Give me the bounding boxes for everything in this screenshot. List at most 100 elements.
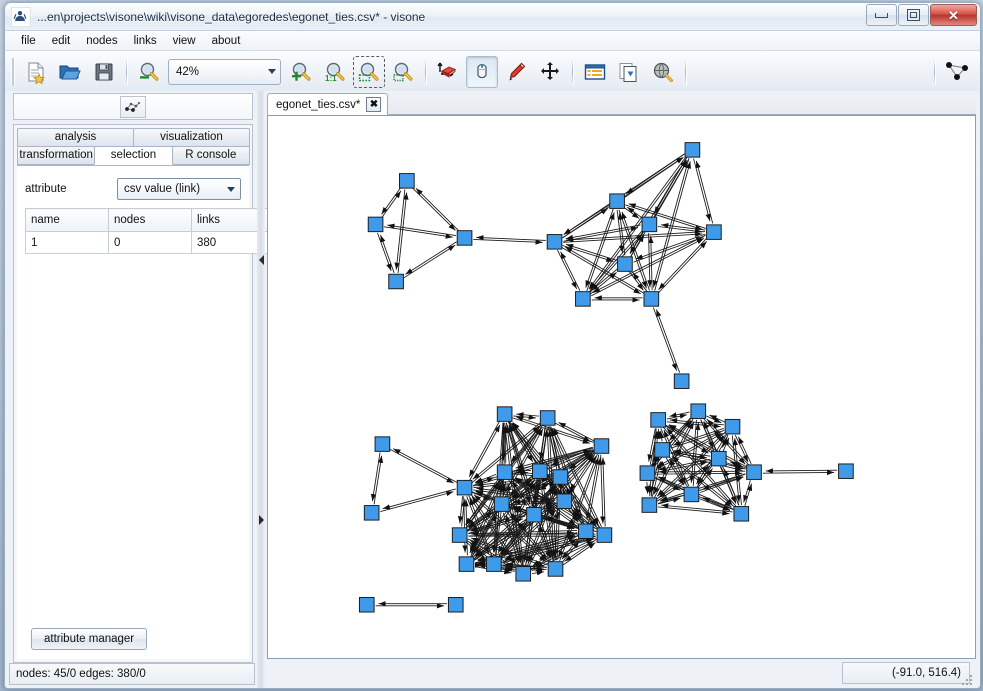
graph-edge[interactable] xyxy=(666,413,688,420)
table-row[interactable]: 1 0 380 xyxy=(25,231,275,254)
menu-nodes[interactable]: nodes xyxy=(78,33,125,49)
graph-node[interactable] xyxy=(650,412,666,428)
graph-edge[interactable] xyxy=(382,488,456,510)
graph-edge[interactable] xyxy=(462,496,468,553)
panel-splitter[interactable] xyxy=(257,91,265,688)
pan-tool-button[interactable] xyxy=(534,56,566,88)
graph-edge[interactable] xyxy=(632,272,648,292)
graph-node[interactable] xyxy=(593,438,610,454)
tab-visualization[interactable]: visualization xyxy=(133,128,250,147)
graph-edge[interactable] xyxy=(659,469,746,475)
graph-edge[interactable] xyxy=(412,187,456,231)
graph-edge[interactable] xyxy=(629,160,688,258)
splitter-collapse-left-icon[interactable] xyxy=(258,254,264,265)
graph-node[interactable] xyxy=(456,230,473,246)
graph-edge[interactable] xyxy=(600,454,606,524)
tab-transformation[interactable]: transformation xyxy=(17,147,96,165)
graph-edge[interactable] xyxy=(588,156,687,290)
graph-node[interactable] xyxy=(673,373,690,389)
graph-edge[interactable] xyxy=(532,570,545,576)
network-layout-button[interactable] xyxy=(941,56,973,88)
tab-r-console[interactable]: R console xyxy=(171,147,250,165)
graph-node[interactable] xyxy=(539,410,556,426)
graph-node[interactable] xyxy=(639,465,656,481)
graph-node[interactable] xyxy=(746,464,762,480)
graph-node[interactable] xyxy=(690,403,707,419)
close-button[interactable]: ✕ xyxy=(930,4,977,26)
graph-node[interactable] xyxy=(684,142,701,158)
graph-node[interactable] xyxy=(683,486,700,503)
maximize-button[interactable] xyxy=(898,4,929,26)
graph-edge[interactable] xyxy=(659,431,665,442)
menu-links[interactable]: links xyxy=(126,33,165,49)
zoom-level-combobox[interactable]: 42% xyxy=(168,58,281,85)
graph-node[interactable] xyxy=(399,173,415,189)
graph-edge[interactable] xyxy=(474,473,497,483)
graph-edge[interactable] xyxy=(669,411,690,418)
graph-edge[interactable] xyxy=(405,241,457,275)
graph-edge[interactable] xyxy=(397,192,409,273)
zoom-fit-selection-button[interactable] xyxy=(353,55,385,88)
graph-edge[interactable] xyxy=(393,448,458,483)
graph-node[interactable] xyxy=(496,406,513,422)
graph-edge[interactable] xyxy=(557,249,578,290)
graph-edge[interactable] xyxy=(702,497,734,511)
graph-node[interactable] xyxy=(641,497,658,513)
resize-grip-icon[interactable] xyxy=(960,673,974,687)
attribute-select[interactable]: csv value (link) xyxy=(117,178,241,200)
graph-edge[interactable] xyxy=(381,190,402,219)
overview-button[interactable] xyxy=(647,56,679,88)
save-document-button[interactable] xyxy=(88,56,120,88)
graph-edge[interactable] xyxy=(560,251,581,291)
graph-node[interactable] xyxy=(556,493,573,509)
graph-edge[interactable] xyxy=(403,244,456,279)
graph-node[interactable] xyxy=(363,505,380,521)
graph-edge[interactable] xyxy=(656,470,743,477)
network-graph[interactable] xyxy=(268,116,975,658)
cell-name[interactable]: 1 xyxy=(25,231,109,254)
graph-node[interactable] xyxy=(532,463,548,479)
graph-node[interactable] xyxy=(451,527,468,543)
toolbar-grip[interactable] xyxy=(11,57,15,86)
graph-node[interactable] xyxy=(552,469,569,485)
graph-node[interactable] xyxy=(388,273,404,290)
graph-edge[interactable] xyxy=(655,309,681,373)
graph-edge[interactable] xyxy=(585,454,600,520)
graph-edge[interactable] xyxy=(554,422,591,442)
graph-node[interactable] xyxy=(458,556,475,572)
network-canvas[interactable] xyxy=(267,115,976,659)
graph-node[interactable] xyxy=(493,496,510,512)
mini-network-button[interactable] xyxy=(120,95,146,118)
column-header-name[interactable]: name xyxy=(25,208,109,232)
graph-edge[interactable] xyxy=(658,237,708,290)
graph-edge[interactable] xyxy=(693,158,711,222)
graph-node[interactable] xyxy=(643,291,660,307)
graph-node[interactable] xyxy=(547,561,564,577)
graph-edge[interactable] xyxy=(380,491,454,512)
graph-node[interactable] xyxy=(596,527,613,543)
menu-about[interactable]: about xyxy=(204,33,249,49)
document-tab-egonet[interactable]: egonet_ties.csv* ✖ xyxy=(267,93,389,115)
tab-analysis[interactable]: analysis xyxy=(17,128,134,147)
eraser-tool-button[interactable] xyxy=(432,56,464,88)
graph-node[interactable] xyxy=(374,436,391,452)
graph-node[interactable] xyxy=(367,216,384,233)
graph-edge[interactable] xyxy=(590,272,617,295)
graph-node[interactable] xyxy=(486,556,502,572)
graph-node[interactable] xyxy=(515,566,532,582)
graph-node[interactable] xyxy=(617,256,633,272)
graph-node[interactable] xyxy=(733,506,750,522)
graph-edge[interactable] xyxy=(468,421,500,478)
graph-edge[interactable] xyxy=(387,223,457,237)
graph-edge[interactable] xyxy=(762,469,835,476)
graph-edge[interactable] xyxy=(590,238,705,297)
graph-node[interactable] xyxy=(456,479,473,496)
graph-node[interactable] xyxy=(609,193,625,209)
attribute-manager-button[interactable]: attribute manager xyxy=(31,628,148,650)
graph-node[interactable] xyxy=(447,597,464,613)
graph-edge[interactable] xyxy=(415,187,460,232)
close-tab-button[interactable]: ✖ xyxy=(366,97,382,112)
graph-edge[interactable] xyxy=(373,455,384,505)
new-document-button[interactable] xyxy=(20,56,52,88)
graph-node[interactable] xyxy=(575,291,591,307)
